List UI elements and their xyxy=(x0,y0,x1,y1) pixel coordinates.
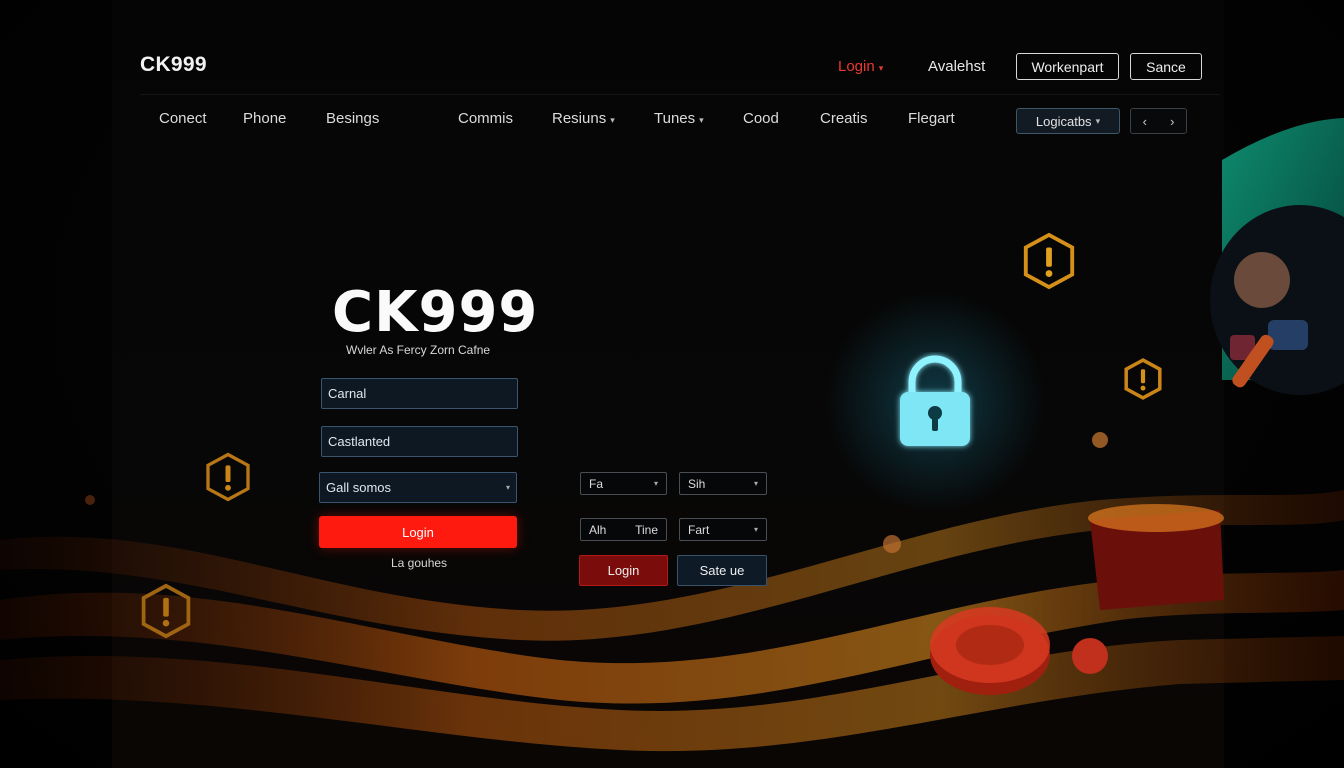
chevron-down-icon: ▾ xyxy=(878,63,884,73)
pager: ‹ › xyxy=(1130,108,1187,134)
field-c[interactable]: Alh Tine xyxy=(580,518,667,541)
secondary-login-button[interactable]: Login xyxy=(579,555,668,586)
nav-item-cood[interactable]: Cood xyxy=(743,110,779,127)
avaleriet-link[interactable]: Avalehst xyxy=(928,58,985,75)
warning-hex-icon xyxy=(206,452,250,502)
hero-title: CK999 xyxy=(332,280,539,345)
pager-prev-button[interactable]: ‹ xyxy=(1143,114,1147,129)
forgot-link[interactable]: La gouhes xyxy=(391,556,447,570)
nav-item-besings[interactable]: Besings xyxy=(326,110,379,127)
warning-hex-icon xyxy=(141,583,191,639)
chevron-down-icon: ▾ xyxy=(753,525,758,534)
nav-item-phone[interactable]: Phone xyxy=(243,110,286,127)
lock-icon xyxy=(900,355,970,446)
chevron-down-icon: ▾ xyxy=(699,115,704,125)
sance-button[interactable]: Sance xyxy=(1130,53,1202,80)
nav-item-flegart[interactable]: Flegart xyxy=(908,110,955,127)
chevron-down-icon: ▾ xyxy=(505,483,510,492)
username-field[interactable]: Carnal xyxy=(321,378,518,409)
pager-next-button[interactable]: › xyxy=(1170,114,1174,129)
game-select-value: Gall somos xyxy=(326,480,392,495)
brand-logo[interactable]: CK999 xyxy=(140,53,207,77)
chevron-down-icon: ▾ xyxy=(610,115,615,125)
warning-hex-icon xyxy=(1124,358,1162,400)
workenpart-button[interactable]: Workenpart xyxy=(1016,53,1119,80)
chevron-down-icon: ▾ xyxy=(753,479,758,488)
hero-subtitle: Wvler As Fercy Zorn Cafne xyxy=(346,343,491,357)
nav-item-conect[interactable]: Conect xyxy=(159,110,207,127)
secondary-action-button[interactable]: Sate ue xyxy=(677,555,767,586)
password-field[interactable]: Castlanted xyxy=(321,426,518,457)
nav-item-commis[interactable]: Commis xyxy=(458,110,513,127)
nav-select-value: Logicatbs xyxy=(1035,113,1092,129)
warning-hex-icon xyxy=(1023,232,1075,290)
field-c-right: Tine xyxy=(635,522,658,537)
chevron-down-icon: ▾ xyxy=(653,479,658,488)
field-c-left: Alh xyxy=(589,522,607,537)
select-b-value: Sih xyxy=(688,476,706,491)
nav-item-resiuns[interactable]: Resiuns ▾ xyxy=(552,110,615,127)
login-button[interactable]: Login xyxy=(319,516,517,548)
nav-item-tunes-label: Tunes xyxy=(654,110,696,127)
select-d-value: Fart xyxy=(688,522,710,537)
login-link[interactable]: Login ▾ xyxy=(838,58,883,75)
nav-select[interactable]: Logicatbs ▾ xyxy=(1016,108,1120,134)
nav-item-tunes[interactable]: Tunes ▾ xyxy=(654,110,704,127)
chevron-down-icon: ▾ xyxy=(1095,115,1101,126)
select-d[interactable]: Fart ▾ xyxy=(679,518,767,541)
login-link-label: Login xyxy=(838,58,875,75)
select-a[interactable]: Fa ▾ xyxy=(580,472,667,495)
header-divider xyxy=(140,94,1220,95)
select-b[interactable]: Sih ▾ xyxy=(679,472,767,495)
select-a-value: Fa xyxy=(589,476,604,491)
nav-item-creatis[interactable]: Creatis xyxy=(820,110,868,127)
nav-item-resiuns-label: Resiuns xyxy=(552,110,607,127)
game-select[interactable]: Gall somos ▾ xyxy=(319,472,517,503)
